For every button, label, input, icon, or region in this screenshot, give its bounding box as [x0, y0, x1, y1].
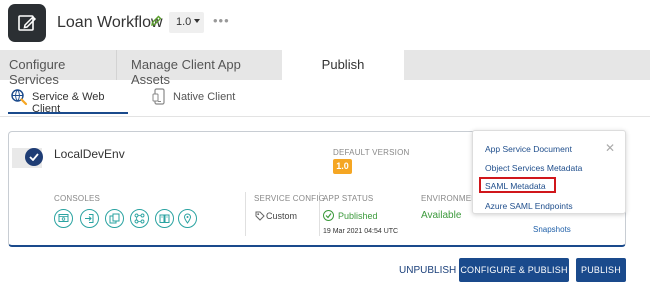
subtab-service-web-client[interactable]: Service & Web Client [8, 88, 128, 115]
subtab-native-client[interactable]: Native Client [150, 88, 240, 114]
tag-icon [255, 211, 265, 221]
snapshots-link[interactable]: Snapshots [533, 225, 571, 234]
service-config-value: Custom [266, 211, 298, 221]
consoles-label: CONSOLES [54, 194, 101, 203]
web-console-icon[interactable] [54, 209, 73, 228]
menu-item-object-services-metadata[interactable]: Object Services Metadata [485, 163, 582, 173]
tab-configure-services[interactable]: Configure Services [0, 50, 117, 87]
menu-item-saml-metadata[interactable]: SAML Metadata [485, 181, 546, 191]
environment-status: Available [421, 210, 462, 221]
tab-label: Configure Services [9, 57, 66, 87]
environment-name: LocalDevEnv [54, 147, 125, 161]
version-dropdown[interactable]: 1.0 [169, 12, 204, 33]
unpublish-button[interactable]: UNPUBLISH [399, 265, 456, 276]
pencil-icon[interactable] [150, 15, 162, 27]
subtab-label: Service & Web Client [32, 91, 105, 115]
column-divider [245, 192, 246, 236]
tab-label: Manage Client App Assets [131, 57, 241, 87]
login-console-icon[interactable] [80, 209, 99, 228]
app-logo [8, 4, 46, 42]
app-status-date: 19 Mar 2021 04:54 UTC [323, 228, 399, 235]
publish-button[interactable]: PUBLISH [576, 258, 626, 282]
version-dropdown-label: 1.0 [176, 16, 192, 28]
tab-publish[interactable]: Publish [282, 50, 404, 81]
edit-square-icon [18, 15, 37, 31]
app-status-value: Published [338, 211, 378, 221]
tab-manage-client-app-assets[interactable]: Manage Client App Assets [117, 50, 282, 87]
checkmark-icon [29, 153, 39, 161]
ellipsis-icon[interactable]: ••• [213, 13, 230, 28]
menu-item-azure-saml-endpoints[interactable]: Azure SAML Endpoints [485, 201, 573, 211]
subtab-label: Native Client [173, 91, 236, 103]
configure-publish-button[interactable]: CONFIGURE & PUBLISH [459, 258, 569, 282]
default-version-label: DEFAULT VERSION [333, 148, 410, 157]
close-icon[interactable]: ✕ [605, 141, 615, 155]
tab-label: Publish [321, 57, 365, 72]
default-version-badge: 1.0 [333, 159, 352, 174]
service-config-label: SERVICE CONFIG [254, 194, 326, 203]
integration-icon[interactable] [130, 209, 149, 228]
web-search-icon [11, 89, 28, 106]
divider [0, 116, 650, 117]
environment-checkbox[interactable] [25, 148, 43, 166]
app-copy-icon[interactable] [105, 209, 124, 228]
chevron-down-icon [194, 19, 201, 23]
check-circle-icon [323, 210, 334, 221]
app-title: Loan Workflow [57, 14, 163, 31]
app-status-label: APP STATUS [323, 194, 374, 203]
menu-item-app-service-document[interactable]: App Service Document [485, 144, 572, 154]
mobile-device-icon [152, 88, 165, 105]
books-icon[interactable] [155, 209, 174, 228]
location-pin-icon[interactable] [178, 209, 197, 228]
